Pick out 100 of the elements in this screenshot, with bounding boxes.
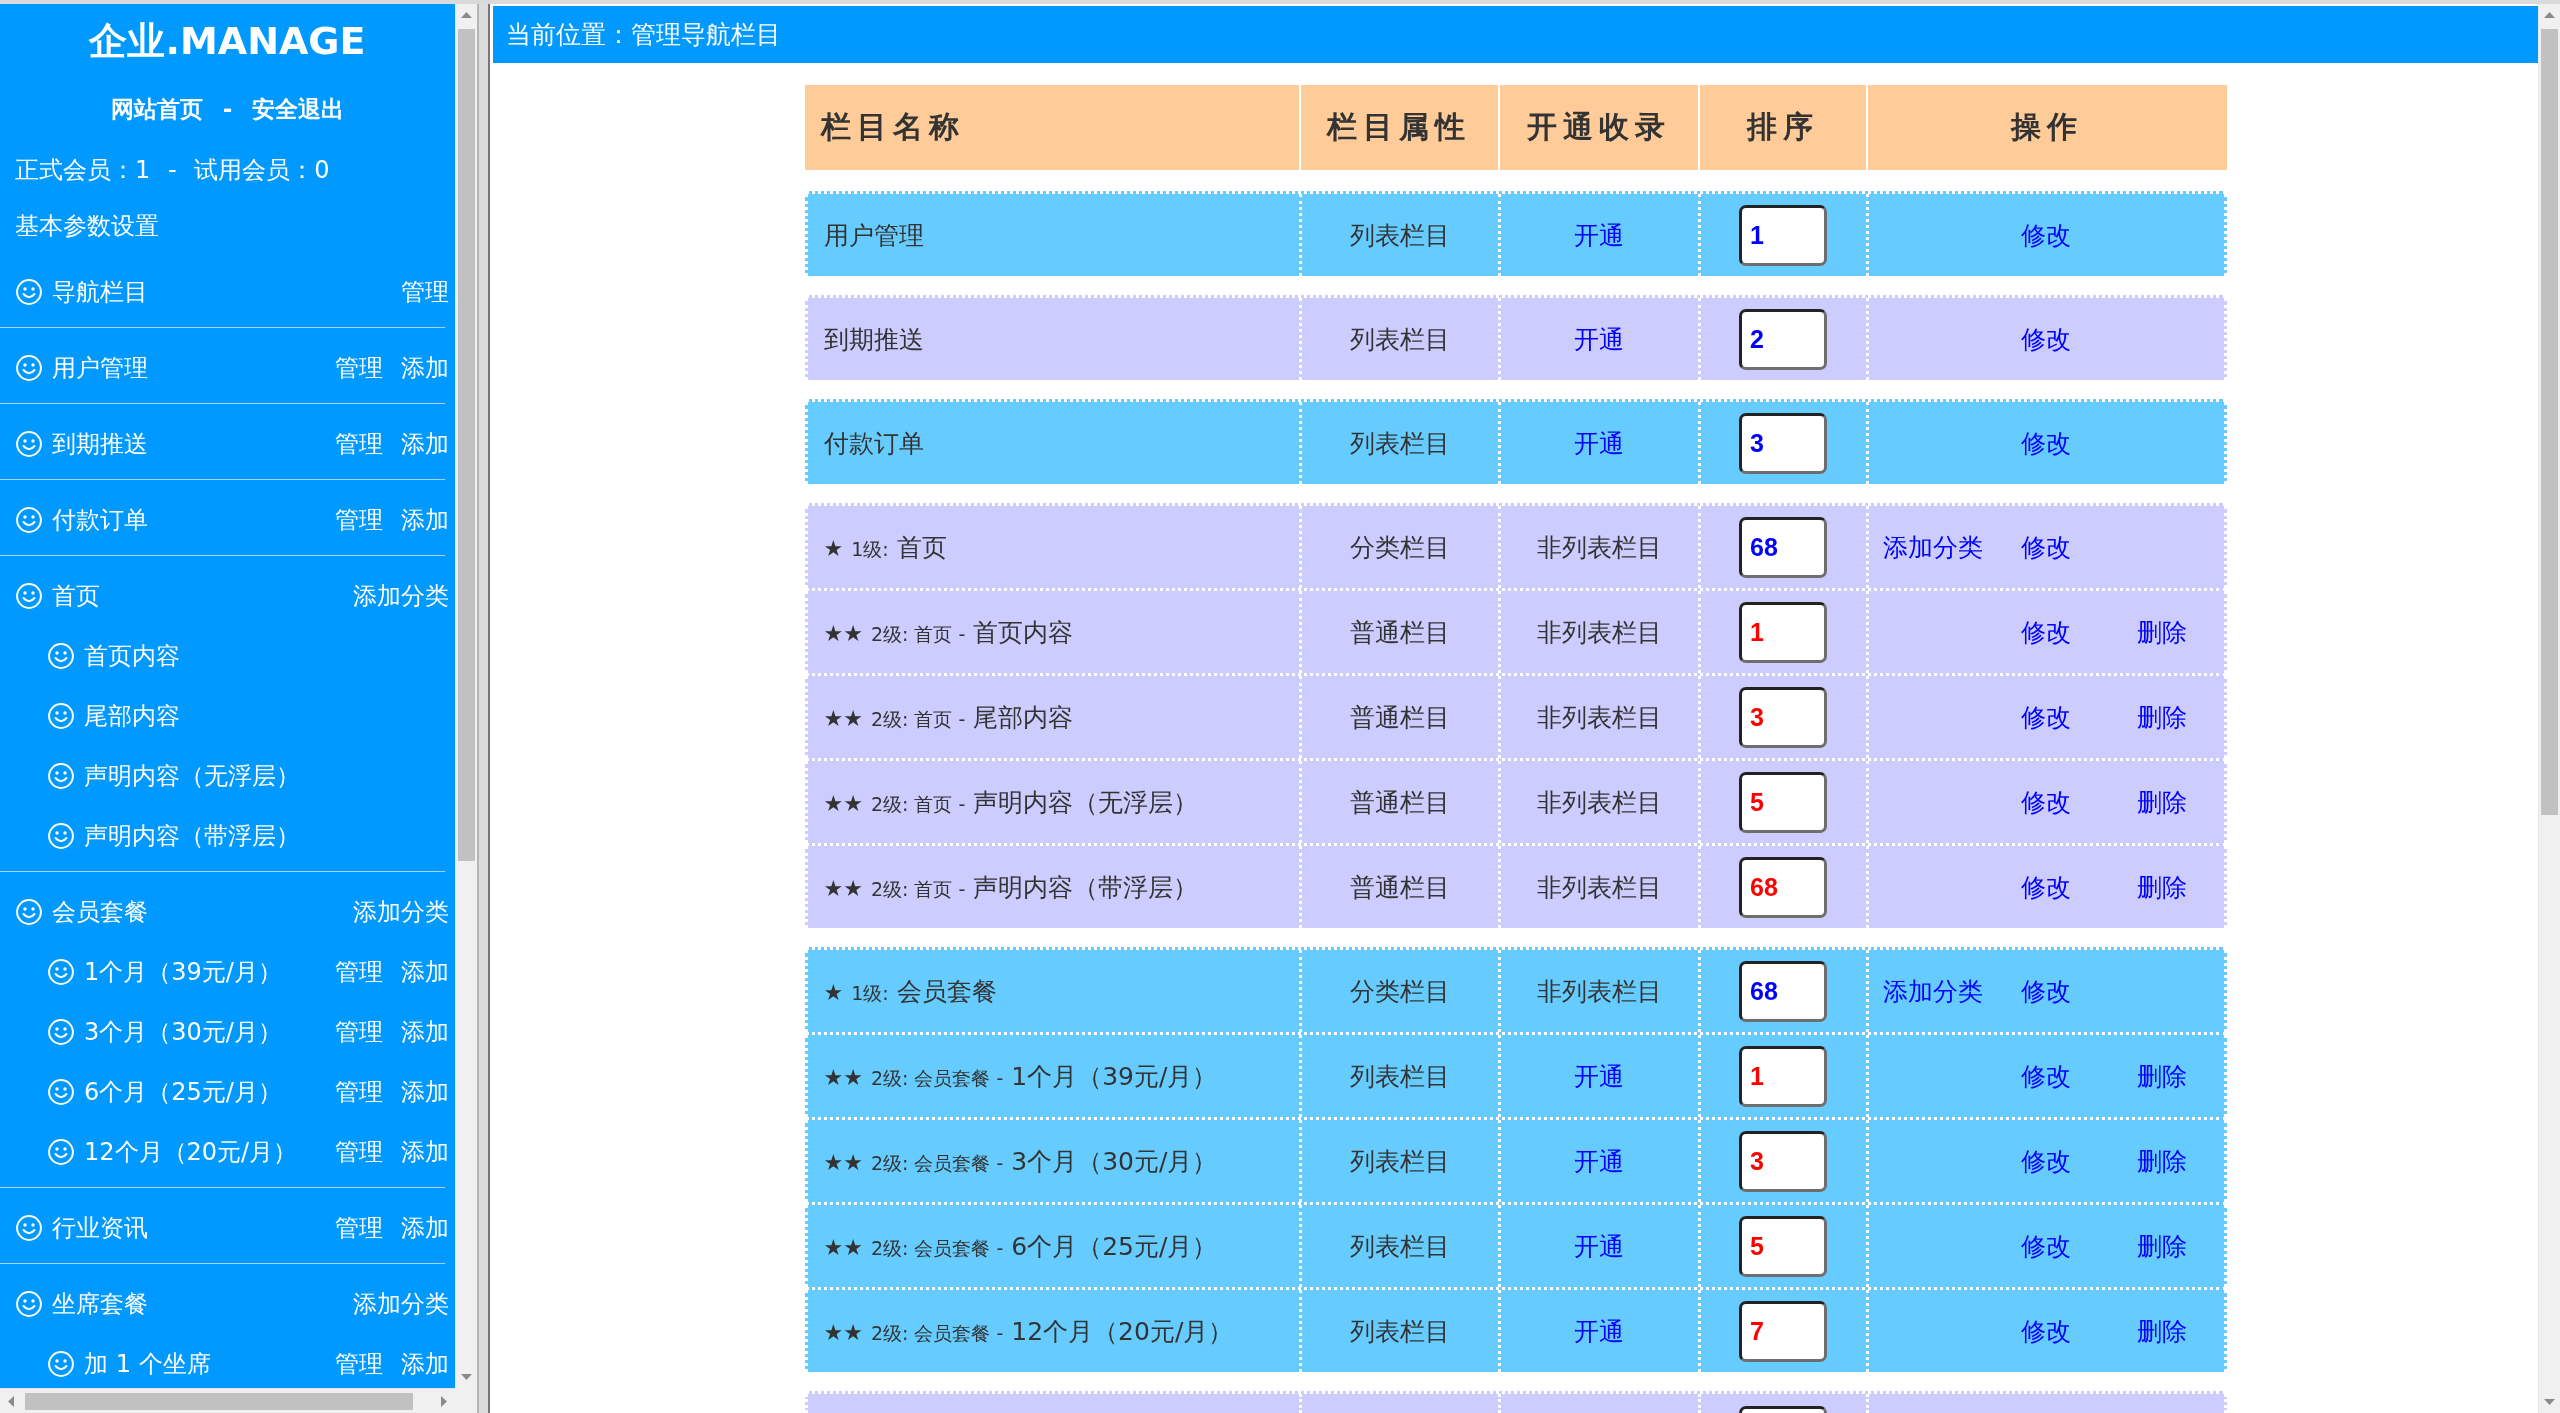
sidebar-item[interactable]: 声明内容（无浮层）: [84, 760, 300, 792]
sort-input[interactable]: 5: [1739, 771, 1827, 833]
scrollbar-thumb[interactable]: [2541, 29, 2558, 815]
scrollbar-thumb[interactable]: [25, 1392, 413, 1410]
open-link[interactable]: 开通: [1574, 1059, 1624, 1093]
vertical-scrollbar[interactable]: [2538, 4, 2560, 1413]
delete-link[interactable]: 删除: [2137, 1144, 2187, 1178]
up-arrow-icon[interactable]: [2544, 12, 2555, 18]
delete-link[interactable]: 删除: [2137, 700, 2187, 734]
add-category-link[interactable]: 添加分类: [1882, 530, 1983, 564]
right-arrow-icon[interactable]: [441, 1395, 447, 1407]
edit-link[interactable]: 修改: [2021, 785, 2071, 819]
sidebar-action-link[interactable]: 管理: [335, 1076, 383, 1108]
sort-input[interactable]: 3: [1739, 1130, 1827, 1192]
sort-input[interactable]: 2: [1739, 308, 1827, 370]
sidebar-item[interactable]: 首页: [52, 580, 100, 612]
open-link[interactable]: 开通: [1574, 426, 1624, 460]
open-link[interactable]: 开通: [1574, 1314, 1624, 1348]
sort-input[interactable]: 3: [1739, 686, 1827, 748]
open-link[interactable]: 开通: [1574, 218, 1624, 252]
sidebar-action-link[interactable]: 管理: [335, 1212, 383, 1244]
sort-input[interactable]: 68: [1739, 856, 1827, 918]
edit-link[interactable]: 修改: [2021, 870, 2071, 904]
header-link[interactable]: 网站首页: [110, 93, 203, 125]
left-arrow-icon[interactable]: [8, 1395, 14, 1407]
table-cell: ★ 1级: 会员套餐: [804, 950, 1299, 1032]
delete-link[interactable]: 删除: [2137, 870, 2187, 904]
sidebar-action-link[interactable]: 添加: [401, 1136, 449, 1168]
sidebar-action-link[interactable]: 添加: [401, 504, 449, 536]
edit-link[interactable]: 修改: [2021, 1144, 2071, 1178]
edit-link[interactable]: 修改: [2021, 322, 2071, 356]
sidebar-action-link[interactable]: 管理: [335, 352, 383, 384]
settings-link[interactable]: 基本参数设置: [15, 210, 159, 242]
open-link[interactable]: 开通: [1574, 1229, 1624, 1263]
sidebar-action-link[interactable]: 管理: [335, 1136, 383, 1168]
sidebar-item[interactable]: 尾部内容: [84, 700, 180, 732]
header-link[interactable]: 安全退出: [252, 93, 345, 125]
add-category-link[interactable]: 添加分类: [1882, 974, 1983, 1008]
sidebar-action-link[interactable]: 添加: [401, 352, 449, 384]
sort-input[interactable]: 7: [1739, 1300, 1827, 1362]
sidebar-item[interactable]: 声明内容（带浮层）: [84, 820, 300, 852]
sidebar-item[interactable]: 导航栏目: [52, 276, 148, 308]
sidebar-action-link[interactable]: 管理: [335, 428, 383, 460]
up-arrow-icon[interactable]: [461, 12, 472, 18]
down-arrow-icon[interactable]: [461, 1374, 472, 1380]
sidebar-action-link[interactable]: 添加: [401, 1016, 449, 1048]
smiley-icon: [16, 279, 42, 305]
sidebar-action-link[interactable]: 管理: [401, 276, 449, 308]
edit-link[interactable]: 修改: [2021, 1059, 2071, 1093]
delete-link[interactable]: 删除: [2137, 1314, 2187, 1348]
sidebar-action-link[interactable]: 管理: [335, 504, 383, 536]
open-link[interactable]: 开通: [1574, 322, 1624, 356]
sidebar-item[interactable]: 6个月（25元/月）: [84, 1076, 282, 1108]
sort-input[interactable]: 1: [1739, 204, 1827, 266]
vertical-scrollbar[interactable]: [455, 4, 477, 1388]
sidebar-action-link[interactable]: 管理: [335, 956, 383, 988]
sidebar-action-link[interactable]: 添加: [401, 428, 449, 460]
sidebar-action-link[interactable]: 管理: [335, 1016, 383, 1048]
sort-input[interactable]: 68: [1739, 516, 1827, 578]
sidebar-item[interactable]: 付款订单: [52, 504, 148, 536]
sort-input[interactable]: 3: [1739, 412, 1827, 474]
sidebar-item[interactable]: 坐席套餐: [52, 1288, 148, 1320]
edit-link[interactable]: 修改: [2021, 218, 2071, 252]
edit-link[interactable]: 修改: [2021, 426, 2071, 460]
edit-link[interactable]: 修改: [2021, 974, 2071, 1008]
sidebar-action-link[interactable]: 添加: [401, 956, 449, 988]
sidebar-item[interactable]: 3个月（30元/月）: [84, 1016, 282, 1048]
sort-input[interactable]: 68: [1739, 960, 1827, 1022]
edit-link[interactable]: 修改: [2021, 615, 2071, 649]
sidebar-action-link[interactable]: 添加分类: [353, 896, 449, 928]
delete-link[interactable]: 删除: [2137, 1229, 2187, 1263]
sidebar-item[interactable]: 行业资讯: [52, 1212, 148, 1244]
sidebar-item[interactable]: 12个月（20元/月）: [84, 1136, 298, 1168]
sidebar-item[interactable]: 1个月（39元/月）: [84, 956, 282, 988]
delete-link[interactable]: 删除: [2137, 615, 2187, 649]
sidebar-action-link[interactable]: 添加分类: [353, 580, 449, 612]
sidebar-item[interactable]: 会员套餐: [52, 896, 148, 928]
sort-input[interactable]: 5: [1739, 1215, 1827, 1277]
sidebar-action-link[interactable]: 添加: [401, 1212, 449, 1244]
sidebar-action-link[interactable]: 添加分类: [353, 1288, 449, 1320]
sidebar-item[interactable]: 用户管理: [52, 352, 148, 384]
edit-link[interactable]: 修改: [2021, 1229, 2071, 1263]
edit-link[interactable]: 修改: [2021, 1314, 2071, 1348]
scrollbar-thumb[interactable]: [458, 29, 475, 861]
sort-input[interactable]: [1739, 1406, 1827, 1413]
sidebar-item[interactable]: 首页内容: [84, 640, 180, 672]
edit-link[interactable]: 修改: [2021, 700, 2071, 734]
sidebar-item[interactable]: 到期推送: [52, 428, 148, 460]
sort-input[interactable]: 1: [1739, 1045, 1827, 1107]
sidebar-item[interactable]: 加 1 个坐席: [84, 1348, 211, 1380]
sort-input[interactable]: 1: [1739, 601, 1827, 663]
sidebar-action-link[interactable]: 添加: [401, 1348, 449, 1380]
horizontal-scrollbar[interactable]: [0, 1388, 455, 1413]
sidebar-action-link[interactable]: 添加: [401, 1076, 449, 1108]
edit-link[interactable]: 修改: [2021, 530, 2071, 564]
delete-link[interactable]: 删除: [2137, 785, 2187, 819]
down-arrow-icon[interactable]: [2544, 1399, 2555, 1405]
open-link[interactable]: 开通: [1574, 1144, 1624, 1178]
sidebar-action-link[interactable]: 管理: [335, 1348, 383, 1380]
delete-link[interactable]: 删除: [2137, 1059, 2187, 1093]
